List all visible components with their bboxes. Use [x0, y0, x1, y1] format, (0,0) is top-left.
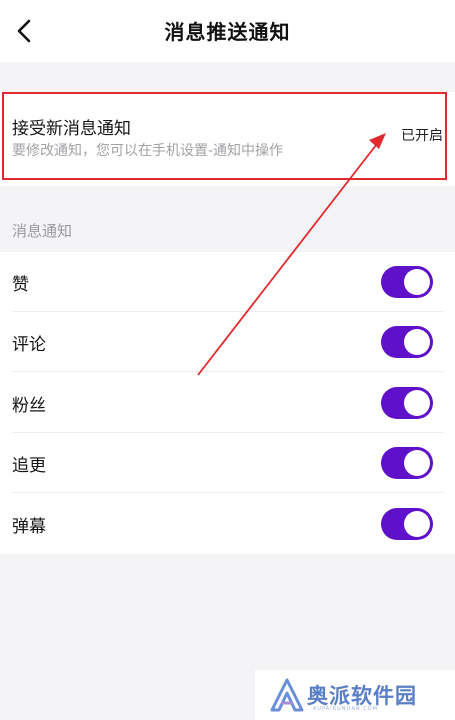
follow-updates-toggle-switch[interactable] — [381, 447, 433, 479]
toggle-label: 弹幕 — [12, 517, 46, 537]
switch-knob — [404, 329, 430, 355]
master-setting-title: 接受新消息通知 — [12, 119, 131, 139]
toggle-row-comment[interactable]: 评论 — [0, 312, 455, 372]
toggle-row-danmaku[interactable]: 弹幕 — [0, 494, 455, 554]
switch-knob — [404, 450, 430, 476]
switch-knob — [404, 390, 430, 416]
master-setting-status[interactable]: 已开启 — [401, 125, 443, 145]
new-message-notification-setting[interactable] — [0, 92, 455, 186]
switch-knob — [404, 511, 430, 537]
watermark-logo-icon — [270, 678, 304, 712]
master-setting-subtitle: 要修改通知，您可以在手机设置-通知中操作 — [12, 143, 284, 159]
fans-toggle-switch[interactable] — [381, 387, 433, 419]
row-divider — [12, 492, 443, 493]
comment-toggle-switch[interactable] — [381, 326, 433, 358]
notification-toggle-list: 赞 评论 粉丝 追更 弹幕 — [0, 252, 455, 554]
watermark: 奥派软件园 AUPAIRUNJIAN.COM — [255, 670, 455, 720]
toggle-label: 追更 — [12, 456, 46, 476]
watermark-subtext: AUPAIRUNJIAN.COM — [313, 706, 378, 712]
toggle-row-follow-updates[interactable]: 追更 — [0, 433, 455, 493]
danmaku-toggle-switch[interactable] — [381, 508, 433, 540]
header-bar: 消息推送通知 — [0, 0, 455, 62]
row-divider — [12, 371, 443, 372]
like-toggle-switch[interactable] — [381, 266, 433, 298]
toggle-label: 评论 — [12, 335, 46, 355]
switch-knob — [404, 269, 430, 295]
toggle-row-like[interactable]: 赞 — [0, 252, 455, 312]
page-title: 消息推送通知 — [164, 20, 291, 44]
toggle-label: 粉丝 — [12, 396, 46, 416]
toggle-row-fans[interactable]: 粉丝 — [0, 373, 455, 433]
toggle-label: 赞 — [12, 275, 29, 295]
section-label: 消息通知 — [12, 222, 73, 240]
